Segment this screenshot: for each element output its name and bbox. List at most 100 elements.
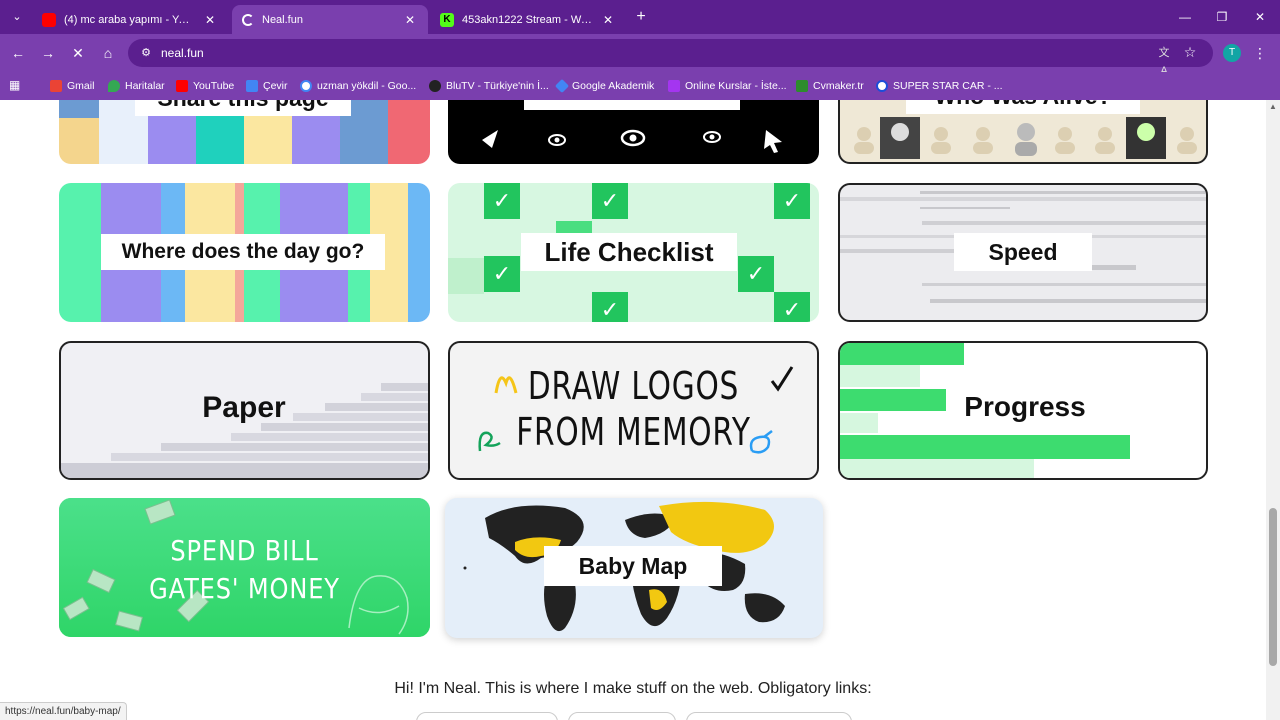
- bookmark-youtube[interactable]: YouTube: [176, 77, 234, 95]
- translate-icon: [246, 80, 258, 92]
- card-title: Speed: [954, 233, 1092, 271]
- bookmark-label: Gmail: [67, 80, 95, 92]
- bookmark-label: Çevir: [263, 80, 288, 92]
- google-icon: [300, 80, 312, 92]
- new-tab-button[interactable]: +: [632, 8, 650, 26]
- site-info-icon[interactable]: ⚙: [138, 45, 154, 61]
- card-title: Progress: [964, 391, 1086, 422]
- dark-patterns-icons: [482, 129, 782, 153]
- card-paper[interactable]: Paper: [59, 341, 430, 480]
- bookmark-star-icon[interactable]: ☆: [1181, 43, 1199, 61]
- bookmark-online-kurslar[interactable]: Online Kurslar - İste...: [668, 77, 787, 95]
- bookmark-label: Google Akademik: [572, 80, 655, 92]
- card-title: Who Was Alive?: [906, 100, 1140, 114]
- check-icon: ✓: [774, 292, 810, 322]
- bookmark-uzman-yokdil[interactable]: uzman yökdil - Goo...: [300, 77, 416, 95]
- card-title-line: GATES' MONEY: [149, 572, 340, 605]
- bookmark-blutv[interactable]: BluTV - Türkiye'nin İ...: [429, 77, 549, 95]
- minimize-icon[interactable]: —: [1176, 8, 1194, 26]
- bookmark-haritalar[interactable]: Haritalar: [108, 77, 165, 95]
- bookmarks-bar: ▦ Gmail Haritalar YouTube Çevir uzman yö…: [0, 72, 1280, 100]
- bookmark-cevir[interactable]: Çevir: [246, 77, 288, 95]
- card-title-line: DRAW LOGOS: [527, 364, 740, 408]
- url-text[interactable]: neal.fun: [161, 46, 204, 60]
- close-icon[interactable]: ✕: [600, 13, 616, 27]
- card-title: Share this page: [135, 100, 351, 116]
- scrollbar-thumb[interactable]: [1269, 508, 1277, 666]
- menu-kebab-icon[interactable]: ⋮: [1252, 44, 1268, 62]
- stop-loading-icon[interactable]: ✕: [68, 43, 88, 63]
- footer-intro-text: Hi! I'm Neal. This is where I make stuff…: [394, 680, 872, 697]
- card-title: Baby Map: [544, 546, 722, 586]
- tab-youtube[interactable]: (4) mc araba yapımı - YouTube ✕: [32, 5, 228, 34]
- globe-icon: [876, 80, 888, 92]
- card-baby-map[interactable]: Baby Map: [445, 498, 823, 638]
- card-title: Life Checklist: [521, 233, 737, 271]
- card-who-was-alive[interactable]: Who Was Alive?: [838, 100, 1208, 164]
- card-progress[interactable]: Progress: [838, 341, 1208, 480]
- card-title: SPEND BILL GATES' MONEY: [85, 532, 404, 608]
- address-bar[interactable]: ⚙ neal.fun 文A ☆: [128, 39, 1213, 77]
- card-draw-logos-from-memory[interactable]: DRAW LOGOS FROM MEMORY: [448, 341, 819, 480]
- loading-spinner-icon: [242, 13, 254, 26]
- bookmark-cvmaker[interactable]: Cvmaker.tr: [796, 77, 864, 95]
- udemy-icon: [668, 80, 680, 92]
- bookmark-label: Online Kurslar - İste...: [685, 80, 787, 92]
- card-title: DRAW LOGOS FROM MEMORY: [490, 363, 776, 455]
- gmail-icon: [50, 80, 62, 92]
- scroll-up-arrow-icon[interactable]: ▲: [1269, 102, 1277, 111]
- footer-link[interactable]: [416, 712, 558, 720]
- youtube-icon: [42, 12, 56, 27]
- bookmark-super-star-car[interactable]: SUPER STAR CAR - ...: [876, 77, 1003, 95]
- card-spend-bill-gates-money[interactable]: SPEND BILL GATES' MONEY: [59, 498, 430, 637]
- tab-strip: ⌄ (4) mc araba yapımı - YouTube ✕ Neal.f…: [0, 0, 1280, 34]
- card-share-this-page[interactable]: Share this page: [59, 100, 430, 164]
- close-icon[interactable]: ✕: [202, 13, 218, 27]
- check-icon: ✓: [484, 183, 520, 219]
- bookmark-label: YouTube: [193, 80, 235, 92]
- close-icon[interactable]: ✕: [402, 13, 418, 27]
- profile-avatar[interactable]: T: [1223, 44, 1241, 62]
- card-dark-patterns[interactable]: Dark Patterns: [448, 100, 819, 164]
- window-close-icon[interactable]: ✕: [1251, 8, 1269, 26]
- browser-toolbar: ← → ✕ ⌂ ⚙ neal.fun 文A ☆: [0, 34, 1280, 77]
- card-title-line: SPEND BILL: [170, 534, 319, 567]
- check-icon: ✓: [738, 256, 774, 292]
- cv-icon: [796, 80, 808, 92]
- forward-icon[interactable]: →: [38, 43, 58, 63]
- back-icon[interactable]: ←: [8, 43, 28, 63]
- kick-icon: K: [440, 12, 454, 27]
- bookmark-label: uzman yökdil - Goo...: [317, 80, 417, 92]
- check-icon: ✓: [592, 183, 628, 219]
- card-title: Where does the day go?: [101, 234, 385, 270]
- restore-icon[interactable]: ❐: [1213, 8, 1231, 26]
- card-life-checklist[interactable]: ✓ ✓ ✓ ✓ ✓ ✓ ✓ Life Checklist: [448, 183, 819, 322]
- bookmark-google-akademik[interactable]: Google Akademik: [554, 77, 655, 95]
- tab-kick-stream[interactable]: K 453akn1222 Stream - Watch Live ✕: [430, 5, 626, 34]
- neal-fun-page: Share this page Dark Patterns Who Was Al…: [0, 100, 1266, 720]
- tab-title: (4) mc araba yapımı - YouTube: [64, 13, 194, 26]
- tab-nealfun[interactable]: Neal.fun ✕: [232, 5, 428, 34]
- card-where-does-the-day-go[interactable]: Where does the day go?: [59, 183, 430, 322]
- maps-icon: [108, 80, 120, 92]
- tab-search-icon[interactable]: ⌄: [6, 8, 28, 26]
- check-icon: ✓: [484, 256, 520, 292]
- link-status-url: https://neal.fun/baby-map/: [0, 702, 127, 720]
- card-speed[interactable]: Speed: [838, 183, 1208, 322]
- card-title-line: FROM MEMORY: [516, 410, 751, 454]
- home-icon[interactable]: ⌂: [98, 43, 118, 63]
- checklist-cell: [448, 258, 484, 294]
- footer-link[interactable]: [686, 712, 852, 720]
- check-icon: ✓: [592, 292, 628, 322]
- tab-title: 453akn1222 Stream - Watch Live: [462, 13, 592, 26]
- bookmark-gmail[interactable]: Gmail: [50, 77, 94, 95]
- page-scrollbar[interactable]: ▲: [1266, 100, 1280, 720]
- bookmark-label: Cvmaker.tr: [813, 80, 864, 92]
- apps-grid-icon[interactable]: ▦: [9, 78, 23, 92]
- translate-icon[interactable]: 文A: [1155, 44, 1173, 77]
- bookmark-label: Haritalar: [125, 80, 165, 92]
- youtube-icon: [176, 80, 188, 92]
- tab-title: Neal.fun: [262, 13, 303, 26]
- footer-link[interactable]: [568, 712, 676, 720]
- bookmark-label: BluTV - Türkiye'nin İ...: [446, 80, 549, 92]
